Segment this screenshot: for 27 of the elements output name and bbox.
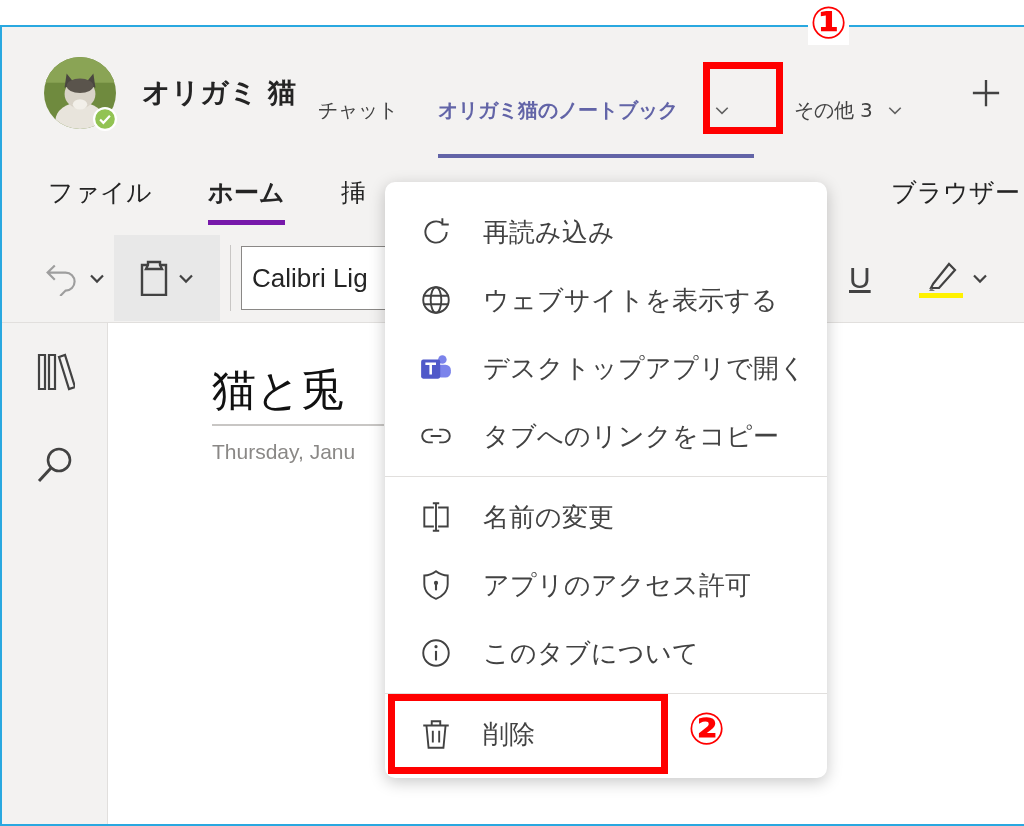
menu-item[interactable]: 削除	[385, 700, 555, 768]
menu-item[interactable]: タブへのリンクをコピー	[385, 402, 799, 470]
step-number: ②	[688, 707, 726, 751]
ribbon-tab[interactable]: 挿	[341, 167, 366, 225]
underline-button[interactable]: U	[849, 261, 871, 295]
chevron-icon[interactable]	[88, 272, 106, 284]
header-tab[interactable]: その他 3	[793, 62, 903, 158]
menu-item[interactable]: 名前の変更	[385, 483, 634, 551]
menu-item[interactable]: アプリのアクセス許可	[385, 551, 771, 619]
ribbon-tab[interactable]: ファイル	[48, 167, 152, 225]
chevron-icon[interactable]	[886, 104, 903, 116]
header-tab[interactable]: チャット	[317, 62, 398, 158]
globe-icon	[419, 283, 453, 317]
menu-item[interactable]: このタブについて	[385, 619, 719, 687]
menu-item[interactable]: デスクトップアプリで開く	[385, 334, 826, 402]
chat-name: オリガミ 猫	[142, 74, 296, 111]
chevron-icon[interactable]	[970, 272, 989, 284]
info-icon	[419, 636, 453, 670]
page-date: Thursday, Janu	[212, 440, 357, 464]
ribbon-tab[interactable]: ホーム	[208, 167, 285, 225]
paste-button[interactable]	[114, 235, 220, 321]
chevron-icon	[177, 272, 195, 284]
add-tab-icon[interactable]	[970, 77, 1001, 108]
available-status-icon	[93, 107, 117, 131]
clipboard-icon	[139, 260, 169, 296]
ribbon-tab[interactable]: ブラウザー	[891, 167, 1020, 225]
chevron-icon[interactable]	[713, 104, 730, 116]
